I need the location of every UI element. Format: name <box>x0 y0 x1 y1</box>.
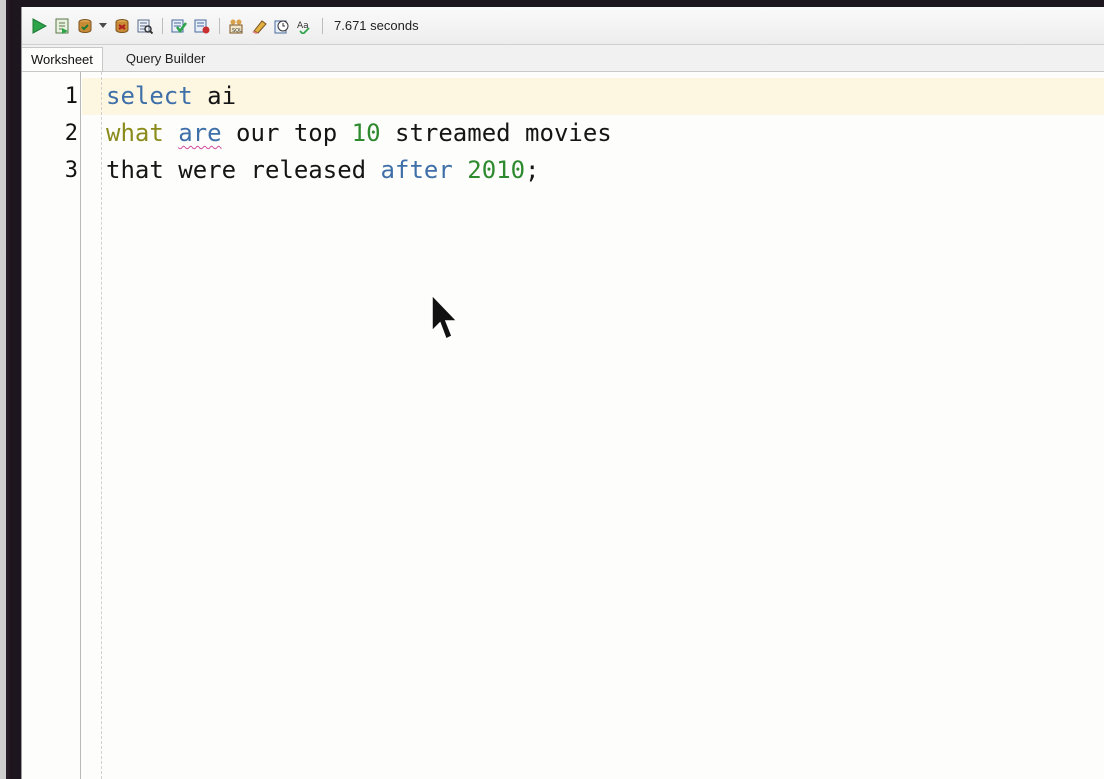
line-number: 3 <box>64 158 78 183</box>
tuning-icon <box>194 19 210 33</box>
worksheet-toolbar: SQL Aa 7.671 seconds <box>22 7 1104 45</box>
format-icon: Aa <box>297 21 310 34</box>
window-frame-top <box>21 0 1104 7</box>
code-token: after <box>380 156 453 184</box>
rollback-button[interactable] <box>113 17 131 35</box>
people-icon: SQL <box>229 19 243 34</box>
clear-button[interactable] <box>250 17 268 35</box>
code-token: that were released <box>106 156 381 184</box>
history-icon <box>274 20 289 33</box>
execution-time: 7.671 seconds <box>334 18 419 33</box>
line-number: 2 <box>64 121 78 146</box>
code-line[interactable]: that were released after 2010; <box>106 152 1104 189</box>
script-icon <box>55 18 69 34</box>
code-token: ; <box>525 156 540 184</box>
rollback-icon <box>115 18 129 33</box>
window-frame-border <box>12 0 21 779</box>
commit-icon <box>78 18 92 33</box>
run-statement-button[interactable] <box>30 17 48 35</box>
autotrace-icon <box>171 19 187 33</box>
play-icon <box>32 17 47 34</box>
explain-plan-button[interactable] <box>136 17 154 35</box>
explain-plan-icon <box>137 19 153 34</box>
mouse-pointer-icon <box>431 293 458 341</box>
autotrace-button[interactable] <box>170 17 188 35</box>
toolbar-separator <box>322 17 323 34</box>
fold-margin <box>101 72 102 779</box>
code-token: ai <box>192 82 237 110</box>
tab-query-builder[interactable]: Query Builder <box>117 47 214 71</box>
run-script-button[interactable] <box>53 17 71 35</box>
code-line[interactable]: what are our top 10 streamed movies <box>106 115 1104 152</box>
code-token: what <box>106 119 164 147</box>
sql-worksheet-app: SQL Aa 7.671 seconds Worksheet Query Bui… <box>21 7 1104 779</box>
format-button[interactable]: Aa <box>296 17 314 35</box>
eraser-icon <box>252 19 267 34</box>
code-token: streamed movies <box>380 119 612 147</box>
code-token: our top <box>221 119 352 147</box>
sql-tuning-button[interactable] <box>193 17 211 35</box>
window-frame-left <box>0 0 12 779</box>
code-token: 2010 <box>467 156 526 184</box>
code-line[interactable]: select ai <box>106 78 1104 115</box>
chevron-down-icon[interactable] <box>99 23 107 28</box>
line-number: 1 <box>64 84 78 109</box>
sql-tuning-advisor-button[interactable]: SQL <box>227 17 245 35</box>
commit-button[interactable] <box>76 17 94 35</box>
code-token: select <box>106 82 193 110</box>
history-button[interactable] <box>273 17 291 35</box>
editor-tabs: Worksheet Query Builder <box>22 45 1104 72</box>
toolbar-separator <box>162 17 163 34</box>
sql-editor[interactable]: 123 select ai what are our top 10 streame… <box>22 72 1104 779</box>
code-token: are <box>178 119 222 147</box>
tab-worksheet[interactable]: Worksheet <box>22 47 103 71</box>
svg-text:SQL: SQL <box>232 28 242 34</box>
code-area[interactable]: select ai what are our top 10 streamed mo… <box>106 78 1104 189</box>
code-token: 10 <box>351 119 381 147</box>
line-number-gutter: 1 2 3 <box>22 72 81 779</box>
toolbar-separator <box>219 17 220 34</box>
